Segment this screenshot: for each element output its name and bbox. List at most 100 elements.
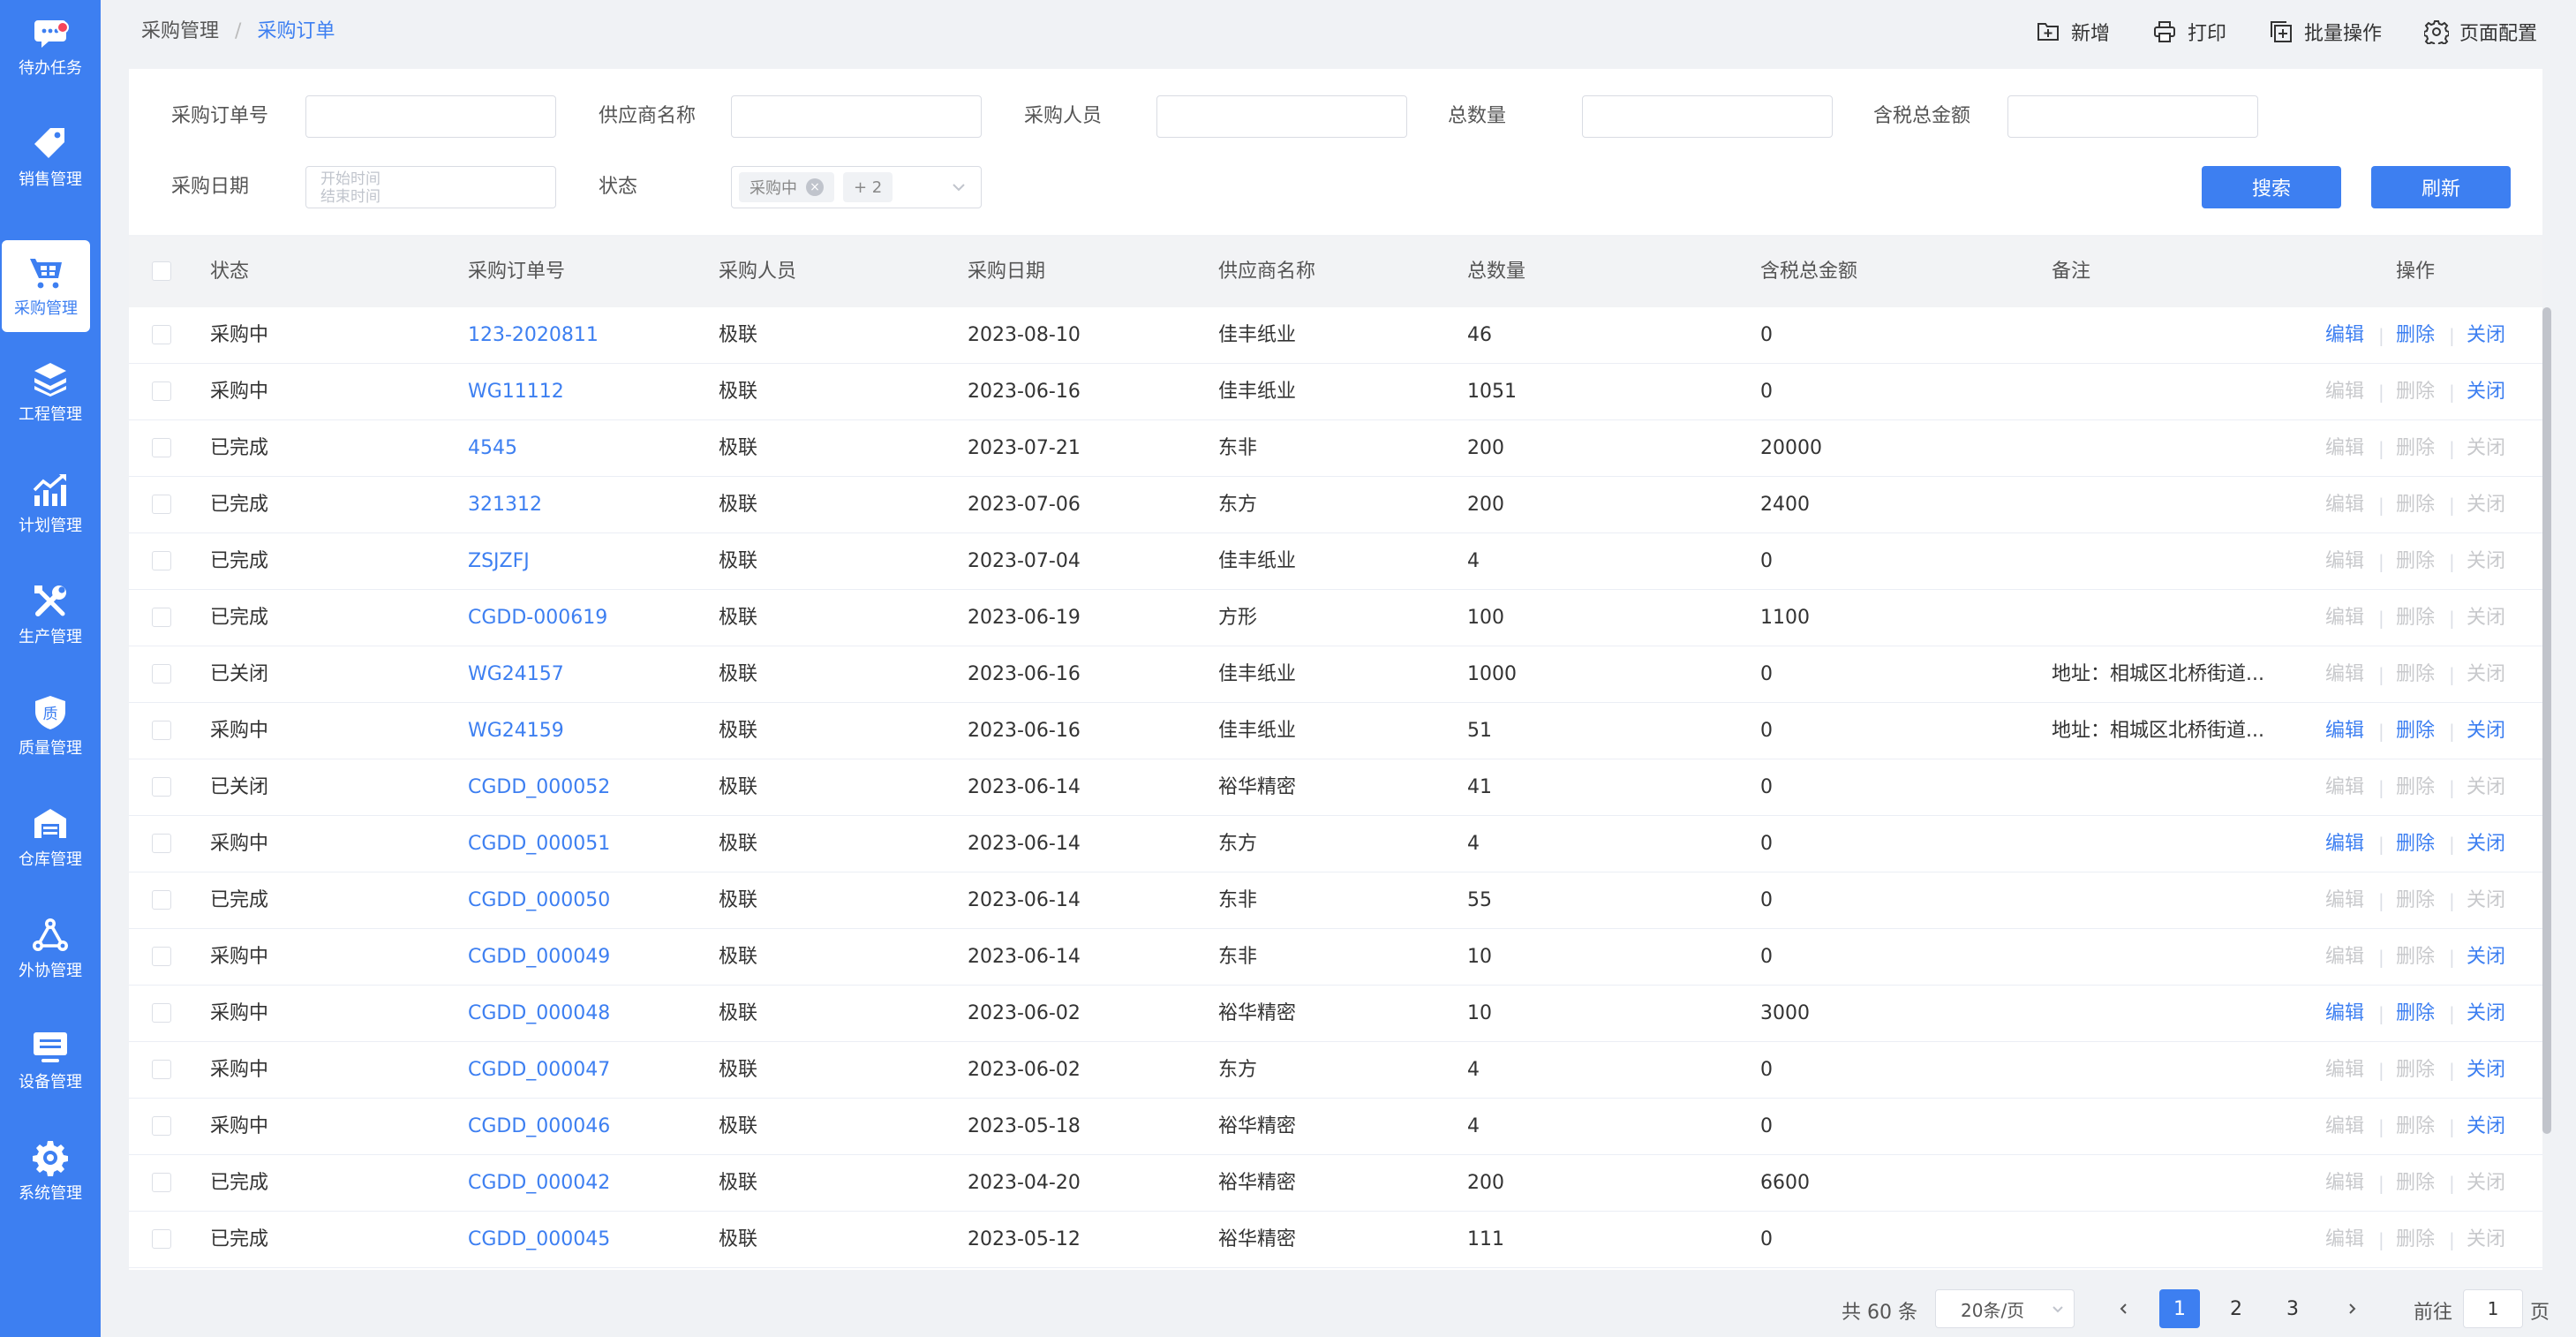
close-button[interactable]: 关闭 (2467, 1114, 2505, 1139)
goto-page-input[interactable] (2463, 1289, 2523, 1328)
select-all-checkbox[interactable] (152, 261, 171, 281)
add-button[interactable]: 新增 (2036, 18, 2110, 46)
page-1-button[interactable]: 1 (2159, 1289, 2200, 1328)
cell-order-no[interactable]: 123-2020811 (468, 323, 599, 348)
action-separator: | (2449, 1229, 2455, 1250)
cell-order-no[interactable]: CGDD_000045 (468, 1227, 610, 1252)
close-button[interactable]: 关闭 (2467, 719, 2505, 744)
next-page-button[interactable] (2334, 1289, 2369, 1328)
breadcrumb-parent[interactable]: 采购管理 (141, 19, 219, 44)
order-no-input[interactable] (305, 95, 556, 138)
row-checkbox[interactable] (152, 381, 171, 401)
close-button[interactable]: 关闭 (2467, 380, 2505, 404)
edit-button[interactable]: 编辑 (2325, 1001, 2364, 1026)
prev-page-button[interactable] (2106, 1289, 2142, 1328)
row-checkbox[interactable] (152, 947, 171, 966)
cell-order-no[interactable]: CGDD_000051 (468, 832, 610, 857)
print-button[interactable]: 打印 (2152, 18, 2226, 46)
search-button[interactable]: 搜索 (2202, 166, 2341, 208)
total-qty-input[interactable] (1582, 95, 1833, 138)
edit-button[interactable]: 编辑 (2325, 719, 2364, 744)
delete-button[interactable]: 删除 (2396, 719, 2435, 744)
refresh-button[interactable]: 刷新 (2371, 166, 2511, 208)
close-button[interactable]: 关闭 (2467, 1001, 2505, 1026)
sidebar-item-equipment[interactable]: 设备管理 (0, 1014, 101, 1106)
row-checkbox[interactable] (152, 1229, 171, 1249)
page-config-button[interactable]: 页面配置 (2423, 18, 2537, 46)
delete-button: 删除 (2396, 494, 2436, 516)
cell-date: 2023-06-02 (968, 1002, 1081, 1024)
delete-button[interactable]: 删除 (2396, 832, 2435, 857)
page-size-select[interactable]: 20条/页 (1935, 1289, 2075, 1328)
sidebar-item-purchase[interactable]: 采购管理 (2, 240, 90, 332)
sidebar-item-warehouse[interactable]: 仓库管理 (0, 791, 101, 883)
sidebar-item-system[interactable]: 系统管理 (0, 1125, 101, 1217)
action-separator: | (2378, 1229, 2384, 1250)
row-checkbox[interactable] (152, 438, 171, 457)
cell-status: 已完成 (210, 494, 269, 516)
cell-order-no[interactable]: CGDD_000050 (468, 888, 610, 913)
row-checkbox[interactable] (152, 777, 171, 797)
cell-order-no[interactable]: CGDD_000046 (468, 1114, 610, 1139)
page-2-button[interactable]: 2 (2216, 1289, 2256, 1328)
row-checkbox[interactable] (152, 1003, 171, 1023)
row-checkbox[interactable] (152, 890, 171, 910)
cell-qty: 200 (1467, 494, 1504, 516)
row-checkbox[interactable] (152, 1116, 171, 1136)
delete-button[interactable]: 删除 (2396, 323, 2435, 348)
cell-order-no[interactable]: CGDD_000052 (468, 775, 610, 800)
row-checkbox[interactable] (152, 551, 171, 570)
cell-order-no[interactable]: CGDD_000048 (468, 1001, 610, 1026)
cell-order-no[interactable]: CGDD-000619 (468, 606, 607, 631)
row-checkbox[interactable] (152, 495, 171, 514)
sidebar-item-sales[interactable]: 销售管理 (0, 111, 101, 203)
row-checkbox[interactable] (152, 834, 171, 853)
delete-button[interactable]: 删除 (2396, 1001, 2435, 1026)
cell-order-no[interactable]: ZSJZFJ (468, 549, 530, 574)
edit-button[interactable]: 编辑 (2325, 323, 2364, 348)
batch-operation-button[interactable]: 批量操作 (2269, 18, 2382, 46)
cell-status: 已完成 (210, 1172, 269, 1194)
tag-close-icon[interactable]: × (806, 178, 824, 196)
action-separator: | (2378, 1173, 2384, 1194)
sidebar-item-outsourcing[interactable]: 外协管理 (0, 903, 101, 994)
close-button[interactable]: 关闭 (2467, 945, 2505, 970)
cell-qty: 46 (1467, 324, 1492, 346)
delete-button: 删除 (2396, 776, 2436, 798)
sidebar-item-quality[interactable]: 质 质量管理 (0, 680, 101, 772)
close-button[interactable]: 关闭 (2467, 323, 2505, 348)
cell-order-no[interactable]: WG24157 (468, 662, 564, 687)
table-row: 已关闭 CGDD_000052 极联 2023-06-14 裕华精密 41 0 编辑 | 删除 | 关… (129, 759, 2542, 816)
supplier-input[interactable] (731, 95, 982, 138)
row-checkbox[interactable] (152, 608, 171, 627)
date-range-picker[interactable]: 开始时间 结束时间 (305, 166, 556, 208)
cell-order-no[interactable]: CGDD_000049 (468, 945, 610, 970)
page-3-button[interactable]: 3 (2272, 1289, 2313, 1328)
tax-amount-input[interactable] (2007, 95, 2258, 138)
row-checkbox[interactable] (152, 721, 171, 740)
sidebar-item-engineering[interactable]: 工程管理 (0, 346, 101, 438)
status-select[interactable]: 采购中 × + 2 (731, 166, 982, 208)
cell-order-no[interactable]: 321312 (468, 493, 542, 517)
warehouse-icon (34, 809, 66, 838)
cell-order-no[interactable]: 4545 (468, 436, 517, 461)
close-button[interactable]: 关闭 (2467, 832, 2505, 857)
cell-amount: 0 (1760, 663, 1773, 685)
row-checkbox[interactable] (152, 325, 171, 344)
row-checkbox[interactable] (152, 1173, 171, 1192)
sidebar-item-todo[interactable]: 待办任务 (0, 0, 101, 92)
row-checkbox[interactable] (152, 1060, 171, 1079)
close-button[interactable]: 关闭 (2467, 1058, 2505, 1083)
cell-order-no[interactable]: WG11112 (468, 380, 564, 404)
cell-order-no[interactable]: CGDD_000042 (468, 1171, 610, 1196)
edit-button[interactable]: 编辑 (2325, 832, 2364, 857)
row-checkbox[interactable] (152, 664, 171, 684)
cell-buyer: 极联 (719, 889, 758, 911)
buyer-input[interactable] (1156, 95, 1407, 138)
monitor-icon (34, 1032, 67, 1062)
cell-order-no[interactable]: CGDD_000047 (468, 1058, 610, 1083)
cell-order-no[interactable]: WG24159 (468, 719, 564, 744)
sidebar-item-production[interactable]: 生产管理 (0, 569, 101, 661)
table-scrollbar[interactable] (2542, 307, 2551, 1134)
sidebar-item-planning[interactable]: 计划管理 (0, 457, 101, 549)
